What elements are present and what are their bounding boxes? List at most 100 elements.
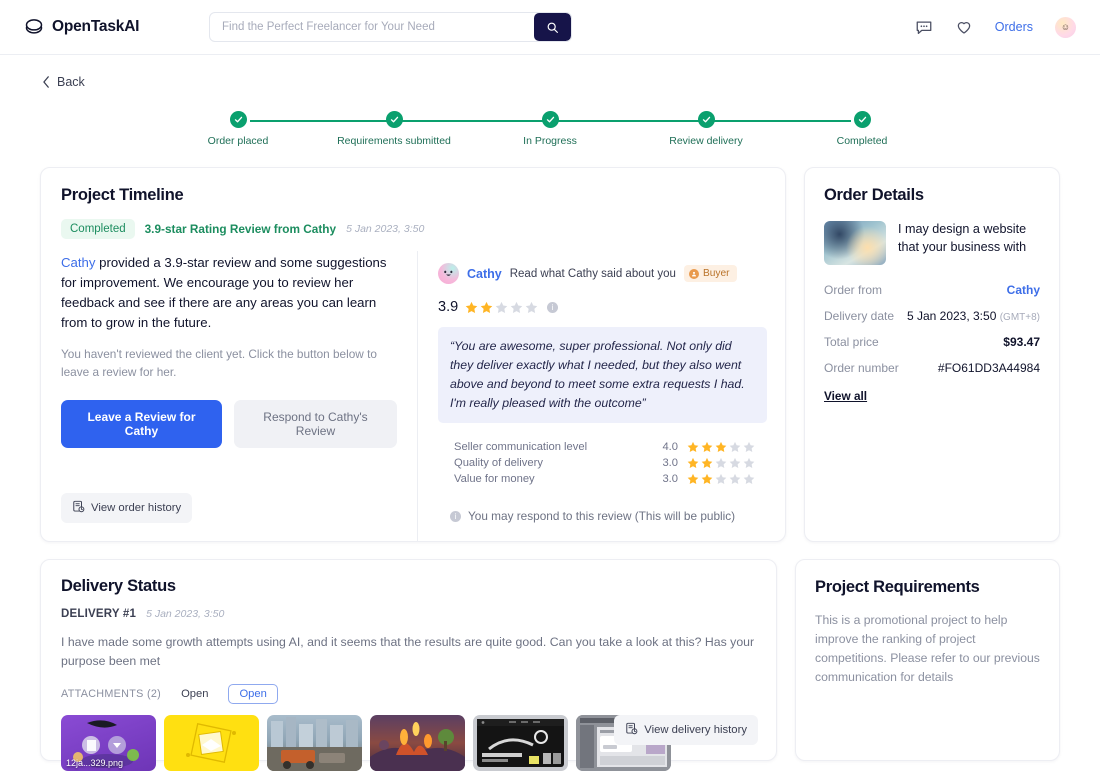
reviewer-avatar[interactable] [438, 263, 459, 284]
search-button[interactable] [534, 13, 571, 41]
stepper-steps: Order placed Requirements submitted In P… [208, 111, 887, 147]
star-icon [715, 458, 727, 469]
order-detail-timezone: (GMT+8) [999, 312, 1040, 323]
respond-note-label: You may respond to this review (This wil… [468, 509, 736, 524]
timeline-subtext: You haven't reviewed the client yet. Cli… [61, 347, 377, 379]
star-icon [701, 474, 713, 485]
star-icon [743, 458, 755, 469]
document-history-icon [625, 722, 638, 738]
content-row-bottom: Delivery Status DELIVERY #1 5 Jan 2023, … [20, 559, 1080, 772]
table-row: Value for money 3.0 [444, 471, 761, 487]
page-title: Project Timeline [61, 186, 184, 204]
order-detail-row: Order number #FO61DD3A44984 [824, 361, 1040, 375]
status-badge: Completed [61, 219, 135, 239]
order-details-card: Order Details I may design a website tha… [804, 167, 1060, 542]
thumbnail-art [370, 722, 465, 772]
view-order-history-label: View order history [91, 502, 182, 514]
thumbnail-art [477, 719, 564, 768]
chevron-left-icon [43, 76, 49, 88]
order-detail-row: Delivery date 5 Jan 2023, 3:50 (GMT+8) [824, 309, 1040, 323]
delivery-status-title: Delivery Status [61, 577, 176, 595]
search-input[interactable] [210, 13, 534, 41]
subrating-stars [687, 441, 755, 453]
star-icon [715, 474, 727, 485]
view-delivery-history-button[interactable]: View delivery history [614, 715, 758, 745]
brand-logo[interactable]: OpenTaskAI [24, 17, 174, 37]
star-icon [701, 458, 713, 469]
step-label: Requirements submitted [337, 135, 451, 147]
rating-score: 3.9 [438, 299, 459, 315]
attachment-filename: 12ja...329.png [66, 758, 124, 769]
attachment-thumbnail[interactable] [473, 715, 568, 772]
app-header: OpenTaskAI Orders ☺ [0, 0, 1100, 55]
step-label: In Progress [523, 135, 577, 147]
attachments-row: ATTACHMENTS (2) Open Open [61, 684, 756, 705]
attachment-open-button-1[interactable]: Open [170, 684, 219, 704]
order-detail-value: $93.47 [1003, 335, 1040, 349]
star-icon [495, 301, 508, 313]
attachments-label: ATTACHMENTS (2) [61, 688, 162, 701]
star-icon [687, 474, 699, 485]
star-icon [480, 301, 493, 313]
subrating-value: 4.0 [662, 441, 678, 454]
buyer-role-label: Buyer [702, 268, 730, 279]
attachment-open-button-2[interactable]: Open [228, 684, 278, 705]
timeline-entry-date: 5 Jan 2023, 3:50 [346, 223, 425, 235]
search-bar[interactable] [209, 12, 572, 42]
view-order-history-button[interactable]: View order history [61, 493, 193, 523]
view-all-link[interactable]: View all [824, 389, 867, 403]
stepper-step[interactable]: In Progress [523, 111, 577, 147]
order-details-title: Order Details [824, 186, 924, 204]
attachment-thumbnail[interactable]: 12ja...329.png [61, 715, 156, 772]
back-button[interactable]: Back [42, 75, 85, 89]
table-row: Seller communication level 4.0 [444, 439, 761, 455]
respond-note: i You may respond to this review (This w… [438, 509, 767, 523]
project-requirements-text: This is a promotional project to help im… [815, 613, 1040, 684]
respond-review-button[interactable]: Respond to Cathy's Review [233, 399, 397, 448]
review-quote: “You are awesome, super professional. No… [438, 327, 767, 424]
orders-link[interactable]: Orders [995, 20, 1033, 34]
attachment-thumbnail[interactable] [370, 715, 465, 772]
delivery-meta: DELIVERY #1 5 Jan 2023, 3:50 [61, 608, 756, 620]
messages-icon[interactable] [915, 18, 933, 36]
timeline-paragraph: Cathy provided a 3.9-star review and som… [61, 253, 397, 333]
view-delivery-history-label: View delivery history [644, 724, 747, 736]
timeline-body: Cathy provided a 3.9-star review and som… [41, 251, 785, 541]
star-icon [510, 301, 523, 313]
product-thumbnail [824, 221, 886, 265]
stepper-step[interactable]: Review delivery [669, 111, 743, 147]
rating-stars [465, 301, 538, 314]
user-avatar[interactable]: ☺ [1055, 16, 1076, 38]
stepper-step[interactable]: Completed [837, 111, 887, 147]
rating-info-icon[interactable]: i [547, 301, 559, 313]
reviewer-name[interactable]: Cathy [467, 267, 502, 281]
project-timeline-card: Project Timeline Completed 3.9-star Rati… [40, 167, 786, 542]
attachment-thumbnail[interactable] [164, 715, 259, 772]
favorites-heart-icon[interactable] [955, 18, 973, 36]
timeline-entry-title: 3.9-star Rating Review from Cathy [144, 222, 337, 236]
attachment-thumbnail[interactable] [267, 715, 362, 772]
content-row-top: Project Timeline Completed 3.9-star Rati… [20, 167, 1080, 542]
stepper-step[interactable]: Order placed [208, 111, 268, 147]
timeline-client-name[interactable]: Cathy [61, 255, 95, 270]
project-requirements-title: Project Requirements [815, 578, 980, 596]
leave-review-button[interactable]: Leave a Review for Cathy [61, 399, 222, 448]
subrating-stars [687, 473, 755, 485]
review-headline: Read what Cathy said about you [509, 267, 676, 280]
star-icon [465, 301, 478, 313]
delivery-date: 5 Jan 2023, 3:50 [146, 608, 225, 620]
subrating-label: Value for money [454, 473, 535, 486]
stepper-step[interactable]: Requirements submitted [337, 111, 451, 147]
timeline-entry-meta: Completed 3.9-star Rating Review from Ca… [61, 219, 765, 239]
star-icon [743, 442, 755, 453]
order-detail-value[interactable]: Cathy [1007, 283, 1040, 297]
star-icon [701, 442, 713, 453]
order-detail-value: 5 Jan 2023, 3:50 (GMT+8) [906, 309, 1040, 323]
subrating-stars [687, 457, 755, 469]
star-icon [687, 442, 699, 453]
order-detail-key: Delivery date [824, 309, 895, 323]
order-product[interactable]: I may design a website that your busines… [824, 221, 1040, 265]
subrating-value: 3.0 [662, 473, 678, 486]
order-detail-row: Order from Cathy [824, 283, 1040, 297]
star-icon [729, 458, 741, 469]
